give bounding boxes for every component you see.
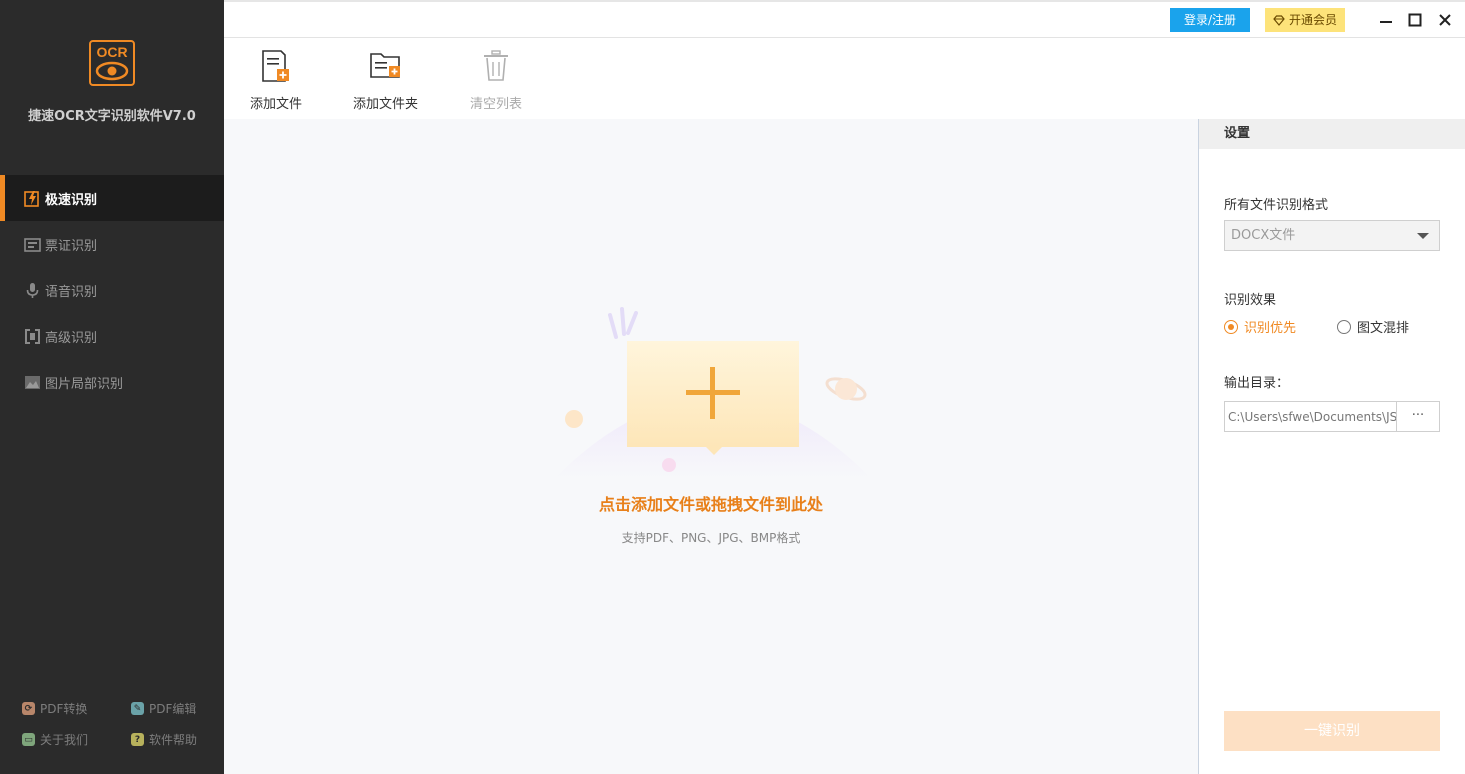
about-us-label: 关于我们 [40,733,89,747]
app-title: 捷速OCR文字识别软件V7.0 [28,109,196,124]
close-button[interactable] [1435,10,1455,30]
effect-label: 识别效果 [1224,293,1277,308]
sidebar-nav: 极速识别 票证识别 语音识别 高级识别 图片局部识别 [0,175,224,405]
title-bar: 登录/注册 开通会员 [224,0,1465,38]
maximize-icon [1408,13,1422,27]
format-label: 所有文件识别格式 [1224,198,1329,213]
pdf-convert-label: PDF转换 [40,702,88,716]
radio-recognition-priority[interactable]: 识别优先 [1224,317,1296,336]
diamond-icon [1273,14,1285,26]
clear-list-label: 清空列表 [470,97,523,112]
radio-label: 识别优先 [1244,321,1297,336]
sidebar-item-partial-image-recognition[interactable]: 图片局部识别 [0,359,224,405]
add-folder-label: 添加文件夹 [353,97,419,112]
pdf-edit-link[interactable]: ✎ PDF编辑 [131,700,196,717]
add-file-button[interactable]: 添加文件 [250,48,302,112]
one-click-recognize-button[interactable]: 一键识别 [1224,711,1440,751]
clear-list-button[interactable]: 清空列表 [470,48,522,112]
help-link[interactable]: ? 软件帮助 [131,731,197,748]
drop-title: 点击添加文件或拖拽文件到此处 [598,495,823,514]
vip-label: 开通会员 [1288,13,1337,27]
maximize-button[interactable] [1405,10,1425,30]
microphone-icon [24,282,41,299]
image-crop-icon [24,374,41,391]
chevron-down-icon [1417,233,1429,239]
advanced-scan-icon [24,328,41,345]
sidebar-item-ticket-recognition[interactable]: 票证识别 [0,221,224,267]
pdf-convert-link[interactable]: ⟳ PDF转换 [22,700,87,717]
sidebar: OCR 捷速OCR文字识别软件V7.0 极速识别 票证识别 语音识别 高级识别 … [0,0,224,774]
login-register-button[interactable]: 登录/注册 [1170,8,1250,32]
sidebar-item-label: 高级识别 [45,330,98,346]
sidebar-item-label: 图片局部识别 [45,376,124,392]
ocr-logo: OCR [89,40,135,86]
browse-folder-button[interactable]: ··· [1396,401,1440,432]
sidebar-item-label: 极速识别 [45,192,98,208]
minimize-button[interactable] [1376,10,1396,30]
trash-icon [479,48,513,84]
add-folder-button[interactable]: 添加文件夹 [353,48,418,112]
file-drop-area[interactable]: 点击添加文件或拖拽文件到此处 支持PDF、PNG、JPG、BMP格式 [224,119,1198,774]
help-label: 软件帮助 [149,733,198,747]
app-window: OCR 捷速OCR文字识别软件V7.0 极速识别 票证识别 语音识别 高级识别 … [0,0,1465,774]
help-icon: ? [131,733,144,746]
sidebar-item-label: 语音识别 [45,284,98,300]
svg-text:OCR: OCR [96,44,127,60]
settings-panel: 设置 所有文件识别格式 DOCX文件 识别效果 识别优先 图文混排 输出目录： … [1198,119,1465,774]
supported-formats-text: 支持PDF、PNG、JPG、BMP格式 [621,531,801,545]
output-dir-label: 输出目录： [1224,376,1290,391]
radio-unchecked-icon [1337,319,1351,334]
sidebar-item-fast-recognition[interactable]: 极速识别 [0,175,224,221]
add-file-icon [259,48,293,84]
pdf-edit-icon: ✎ [131,702,144,715]
minimize-icon [1380,21,1392,23]
lightning-doc-icon [24,190,41,207]
pdf-edit-label: PDF编辑 [149,702,197,716]
sidebar-item-advanced-recognition[interactable]: 高级识别 [0,313,224,359]
output-path-input[interactable] [1224,401,1397,432]
vip-button[interactable]: 开通会员 [1265,8,1345,32]
settings-header: 设置 [1199,119,1465,149]
format-select[interactable]: DOCX文件 [1224,220,1440,251]
about-us-link[interactable]: ▭ 关于我们 [22,731,88,748]
add-file-label: 添加文件 [250,97,303,112]
pdf-convert-icon: ⟳ [22,702,35,715]
radio-checked-icon [1224,319,1238,334]
radio-mixed-layout[interactable]: 图文混排 [1337,317,1409,336]
close-icon [1439,14,1451,26]
drop-illustration [554,307,872,479]
about-icon: ▭ [22,733,35,746]
sidebar-item-voice-recognition[interactable]: 语音识别 [0,267,224,313]
add-folder-icon [369,48,403,84]
sidebar-item-label: 票证识别 [45,238,98,254]
radio-label: 图文混排 [1357,321,1410,336]
format-select-value: DOCX文件 [1231,228,1296,243]
ticket-icon [24,236,41,253]
toolbar: 添加文件 添加文件夹 清空列表 [224,38,1465,119]
